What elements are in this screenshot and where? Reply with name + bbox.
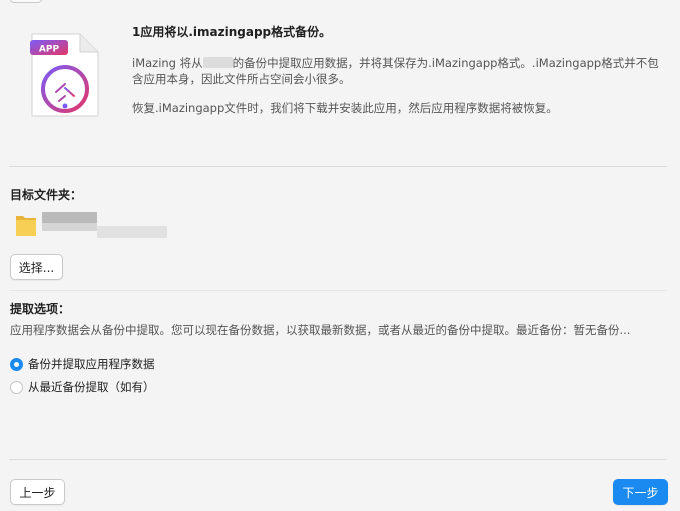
radio-label: 备份并提取应用程序数据 (28, 357, 155, 371)
next-button[interactable]: 下一步 (613, 479, 668, 505)
svg-text:APP: APP (39, 45, 60, 55)
radio-backup-and-extract[interactable]: 备份并提取应用程序数据 (10, 356, 155, 372)
extract-description: 应用程序数据会从备份中提取。您可以现在备份数据，以获取最新数据，或者从最近的备份… (10, 323, 631, 337)
info-description: iMazing 将从 的备份中提取应用数据，并将其保存为.iMazingapp格式… (132, 55, 667, 87)
divider-top (9, 166, 667, 167)
divider-bottom (9, 459, 667, 460)
restore-note: 恢复.iMazingapp文件时，我们将下载并安装此应用，然后应用程序数据将被恢… (132, 101, 558, 115)
choose-folder-button[interactable]: 选择... (10, 254, 63, 280)
divider-middle (9, 290, 667, 291)
folder-icon (16, 216, 36, 236)
radio-unselected-icon[interactable] (10, 380, 23, 394)
extract-options-label: 提取选项： (10, 302, 71, 316)
redacted-folder-path (42, 212, 167, 238)
radio-extract-from-latest[interactable]: 从最近备份提取（如有） (10, 379, 155, 395)
info-description-start: iMazing 将从 (132, 56, 203, 70)
top-edge-button[interactable] (10, 0, 42, 3)
app-file-icon: APP (30, 33, 99, 117)
radio-label: 从最近备份提取（如有） (28, 380, 155, 394)
info-title: 1应用将以.imazingapp格式备份。 (132, 25, 332, 39)
previous-button[interactable]: 上一步 (10, 479, 65, 505)
radio-selected-icon[interactable] (10, 357, 23, 371)
target-folder-label: 目标文件夹： (10, 188, 83, 202)
redacted-device-name (202, 57, 233, 68)
